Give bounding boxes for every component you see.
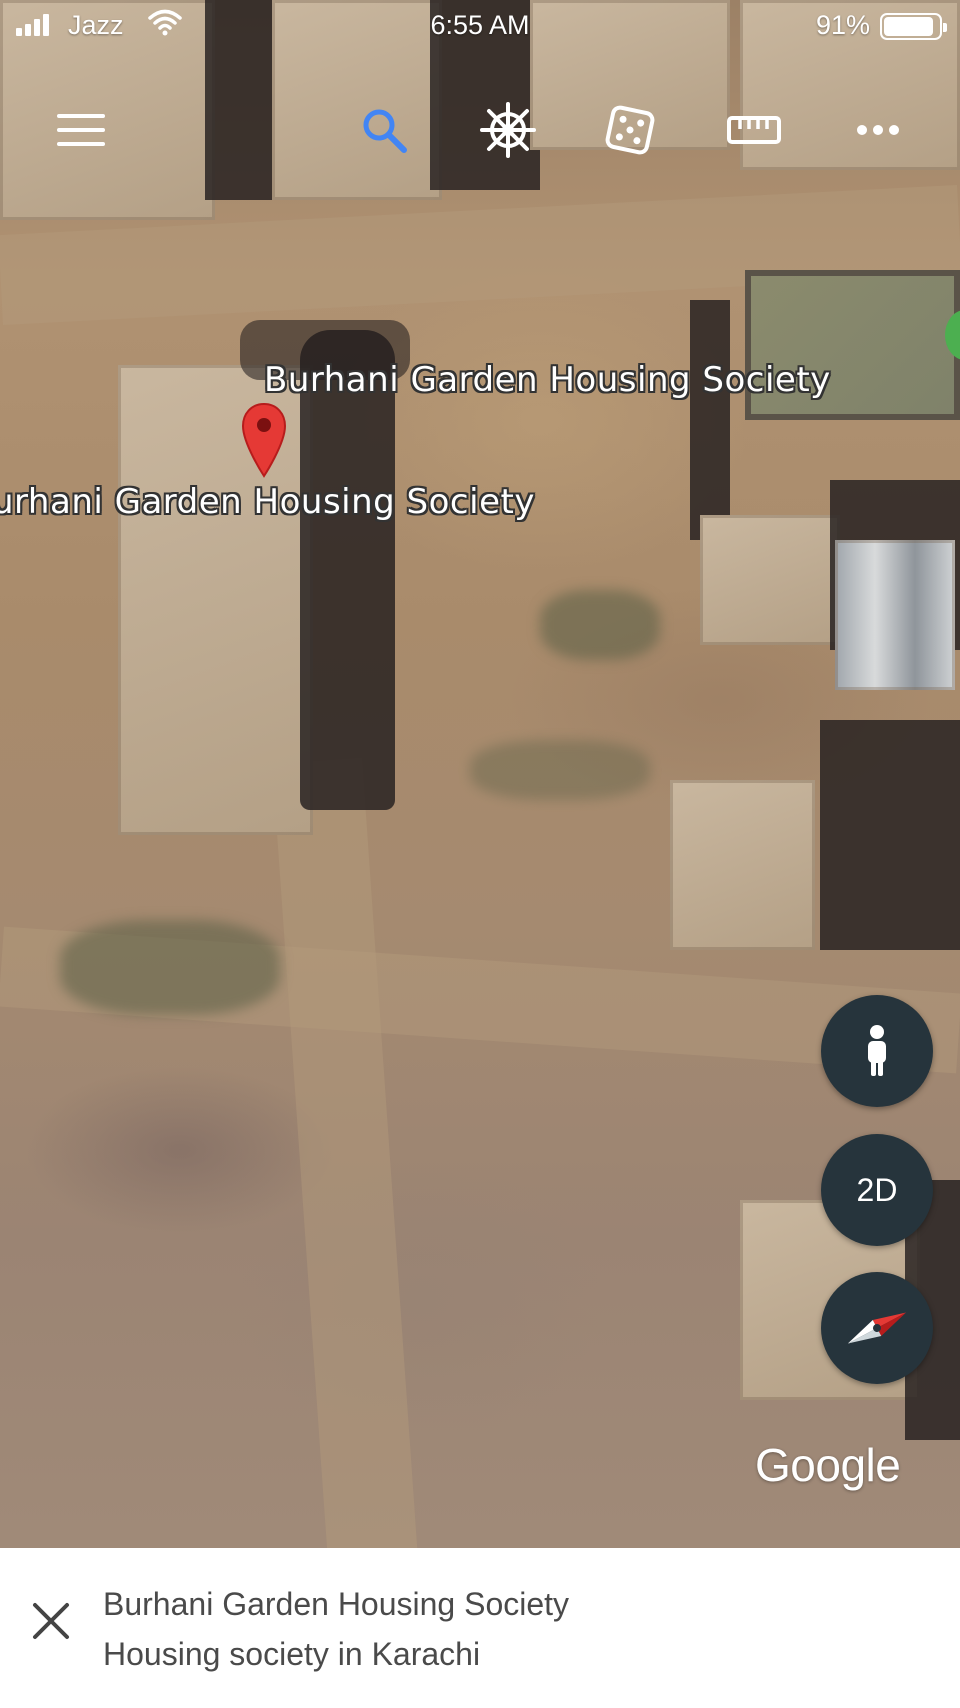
measure-button[interactable]	[726, 102, 782, 158]
search-button[interactable]	[356, 102, 412, 158]
more-options-button[interactable]	[850, 102, 906, 158]
compass-button[interactable]	[821, 1272, 933, 1384]
status-bar: Jazz 6:55 AM 91%	[0, 0, 960, 52]
close-icon	[33, 1603, 69, 1639]
place-card[interactable]: Burhani Garden Housing Society Housing s…	[0, 1548, 960, 1708]
map-road	[272, 757, 418, 1548]
map-shadow	[690, 300, 730, 540]
toggle-2d-button[interactable]: 2D	[821, 1134, 933, 1246]
menu-button[interactable]	[53, 102, 109, 158]
street-view-button[interactable]	[821, 995, 933, 1107]
close-button[interactable]	[28, 1598, 74, 1644]
satellite-map[interactable]	[0, 0, 960, 1548]
location-pin-icon[interactable]	[241, 402, 287, 483]
map-building	[670, 780, 815, 950]
map-building	[700, 515, 840, 645]
map-shadow	[300, 330, 395, 810]
map-vegetation	[470, 740, 650, 800]
voyager-button[interactable]	[480, 102, 536, 158]
map-vegetation	[60, 920, 280, 1015]
place-title: Burhani Garden Housing Society	[103, 1586, 570, 1622]
ruler-icon	[727, 116, 781, 144]
map-place-label[interactable]: urhani Garden Housing Society	[0, 482, 535, 522]
dice-icon	[605, 105, 655, 155]
pegman-icon	[868, 1025, 886, 1076]
place-subtitle: Housing society in Karachi	[103, 1636, 481, 1672]
feeling-lucky-button[interactable]	[602, 102, 658, 158]
compass-icon	[847, 1312, 907, 1344]
map-place-label[interactable]: Burhani Garden Housing Society	[264, 360, 831, 400]
map-shadow	[820, 720, 960, 950]
map-building	[835, 540, 955, 690]
battery-icon	[880, 13, 947, 40]
battery-percent: 91%	[815, 10, 870, 40]
more-dots-icon	[857, 125, 899, 135]
menu-icon	[57, 114, 105, 146]
google-attribution: Google	[755, 1439, 901, 1491]
map-vegetation	[540, 590, 660, 660]
voyager-wheel-icon	[480, 102, 536, 158]
search-icon	[363, 109, 407, 153]
